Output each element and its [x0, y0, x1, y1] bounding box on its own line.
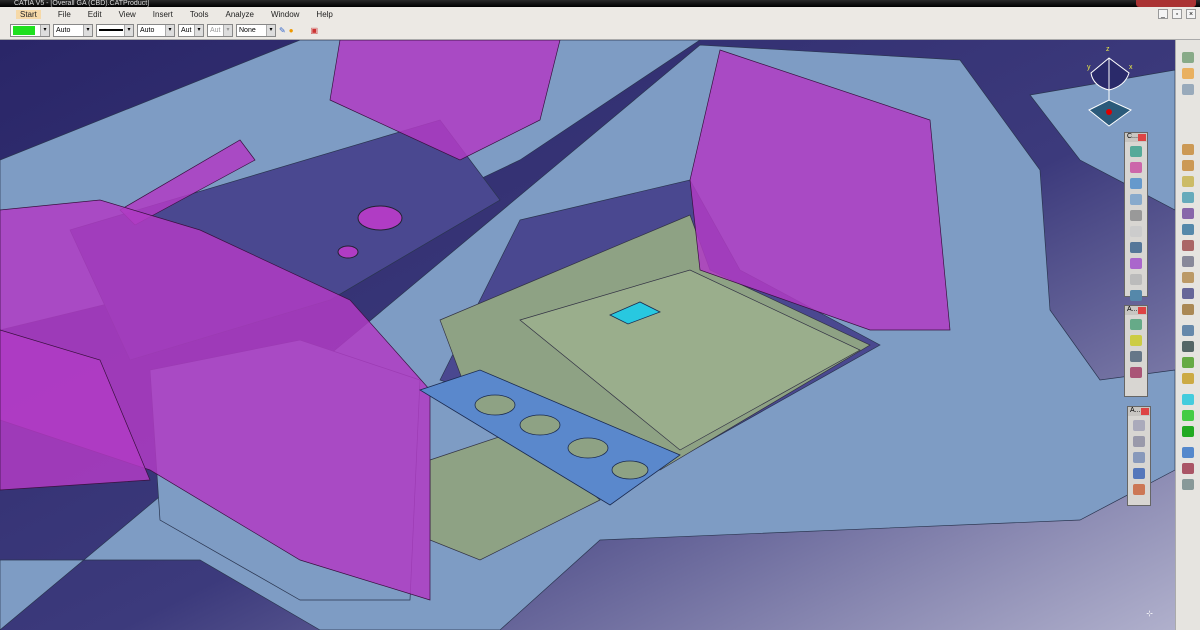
tool-icon[interactable]	[1130, 258, 1142, 269]
tool-icon[interactable]	[1182, 357, 1194, 368]
title-bar: CATIA V5 - [Overall GA (CBD).CATProduct]	[0, 0, 1200, 7]
tool-icon[interactable]	[1182, 410, 1194, 421]
menu-insert[interactable]: Insert	[153, 10, 173, 19]
tool-icon[interactable]	[1182, 373, 1194, 384]
painter-icon[interactable]: ✎	[279, 26, 286, 35]
layer-filter-value: None	[239, 27, 256, 34]
tool-icon[interactable]	[1182, 144, 1194, 155]
right-toolbar	[1175, 40, 1200, 630]
color-select[interactable]: ▾	[10, 24, 50, 37]
tool-icon[interactable]	[1182, 52, 1194, 63]
close-icon[interactable]	[1138, 134, 1146, 141]
thickness-select[interactable]: Auto▾	[137, 24, 175, 37]
tool-icon[interactable]	[1133, 484, 1145, 495]
compass-x-label: x	[1129, 64, 1133, 71]
close-icon[interactable]	[1138, 307, 1146, 314]
menu-start[interactable]: Start	[16, 10, 41, 19]
compass-y-label: y	[1087, 64, 1091, 71]
toolbar-title: C...	[1127, 133, 1138, 140]
window-title: CATIA V5 - [Overall GA (CBD).CATProduct]	[14, 0, 149, 7]
tool-icon[interactable]	[1182, 341, 1194, 352]
tool-icon[interactable]	[1133, 436, 1145, 447]
tool-icon[interactable]	[1182, 208, 1194, 219]
tool-icon[interactable]	[1182, 272, 1194, 283]
window-controls[interactable]	[1136, 0, 1196, 7]
tool-icon[interactable]	[1182, 479, 1194, 490]
tool-icon[interactable]	[1182, 288, 1194, 299]
thickness-value: Auto	[140, 27, 154, 34]
graphic-properties-toolbar: ▾ Auto▾ ▾ Auto▾ Aut▾ Aut▾ None▾ ✎ ● ▣	[0, 21, 1200, 40]
layer-value: Aut	[210, 27, 221, 34]
properties-icon[interactable]: ●	[289, 26, 294, 35]
tool-icon[interactable]	[1182, 84, 1194, 95]
compass-z-label: z	[1106, 46, 1110, 53]
tool-icon[interactable]	[1130, 210, 1142, 221]
floating-toolbar-3[interactable]: A...	[1127, 406, 1151, 506]
select-icon[interactable]	[1182, 68, 1194, 79]
compass[interactable]: z y x	[1085, 48, 1135, 128]
tool-icon[interactable]	[1182, 224, 1194, 235]
3d-viewport[interactable]: z y x C... A... A... ⊹	[0, 40, 1175, 630]
tool-icon[interactable]	[1182, 192, 1194, 203]
layer-select[interactable]: Aut▾	[207, 24, 233, 37]
color-swatch	[13, 26, 35, 35]
tool-icon[interactable]	[1133, 468, 1145, 479]
line-sample	[99, 29, 123, 31]
tool-icon[interactable]	[1182, 240, 1194, 251]
toolbar-title: A...	[1130, 407, 1141, 414]
menu-tools[interactable]: Tools	[190, 10, 209, 19]
tool-icon[interactable]	[1130, 319, 1142, 330]
point-select[interactable]: Aut▾	[178, 24, 204, 37]
restore-button[interactable]: ▫	[1172, 9, 1182, 19]
minimize-button[interactable]: _	[1158, 9, 1168, 19]
tool-icon[interactable]	[1182, 394, 1194, 405]
layer-filter-select[interactable]: None▾	[236, 24, 276, 37]
tool-icon[interactable]	[1130, 274, 1142, 285]
tool-icon[interactable]	[1182, 447, 1194, 458]
floating-toolbar-2[interactable]: A...	[1124, 305, 1148, 397]
close-icon[interactable]	[1141, 408, 1149, 415]
tool-icon[interactable]	[1182, 176, 1194, 187]
tool-icon[interactable]	[1182, 304, 1194, 315]
menu-bar: Start File Edit View Insert Tools Analyz…	[0, 7, 1200, 21]
menu-edit[interactable]: Edit	[88, 10, 102, 19]
tool-icon[interactable]	[1182, 426, 1194, 437]
tool-icon[interactable]	[1130, 290, 1142, 301]
tool-icon[interactable]	[1130, 194, 1142, 205]
menu-analyze[interactable]: Analyze	[226, 10, 254, 19]
tool-icon[interactable]	[1182, 160, 1194, 171]
tool-icon[interactable]	[1130, 351, 1142, 362]
line-type-select[interactable]: ▾	[96, 24, 134, 37]
menu-file[interactable]: File	[58, 10, 71, 19]
point-value: Aut	[181, 27, 192, 34]
close-button[interactable]: ×	[1186, 9, 1196, 19]
tool-icon[interactable]	[1130, 226, 1142, 237]
tool-icon[interactable]	[1130, 335, 1142, 346]
tool-icon[interactable]	[1133, 420, 1145, 431]
toolbar-title: A...	[1127, 306, 1138, 313]
transparency-select[interactable]: Auto▾	[53, 24, 93, 37]
menu-window[interactable]: Window	[271, 10, 299, 19]
tool-icon[interactable]	[1182, 325, 1194, 336]
transparency-value: Auto	[56, 27, 70, 34]
floating-toolbar-1[interactable]: C...	[1124, 132, 1148, 297]
axis-triad-icon: ⊹	[1146, 609, 1153, 618]
tool-icon[interactable]	[1130, 178, 1142, 189]
tool-icon[interactable]	[1130, 162, 1142, 173]
tool-icon[interactable]	[1130, 367, 1142, 378]
tool-icon[interactable]	[1130, 242, 1142, 253]
tool-icon[interactable]	[1182, 463, 1194, 474]
catalog-icon[interactable]: ▣	[311, 26, 319, 35]
menu-view[interactable]: View	[119, 10, 136, 19]
tool-icon[interactable]	[1182, 256, 1194, 267]
tool-icon[interactable]	[1130, 146, 1142, 157]
menu-help[interactable]: Help	[316, 10, 332, 19]
tool-icon[interactable]	[1133, 452, 1145, 463]
